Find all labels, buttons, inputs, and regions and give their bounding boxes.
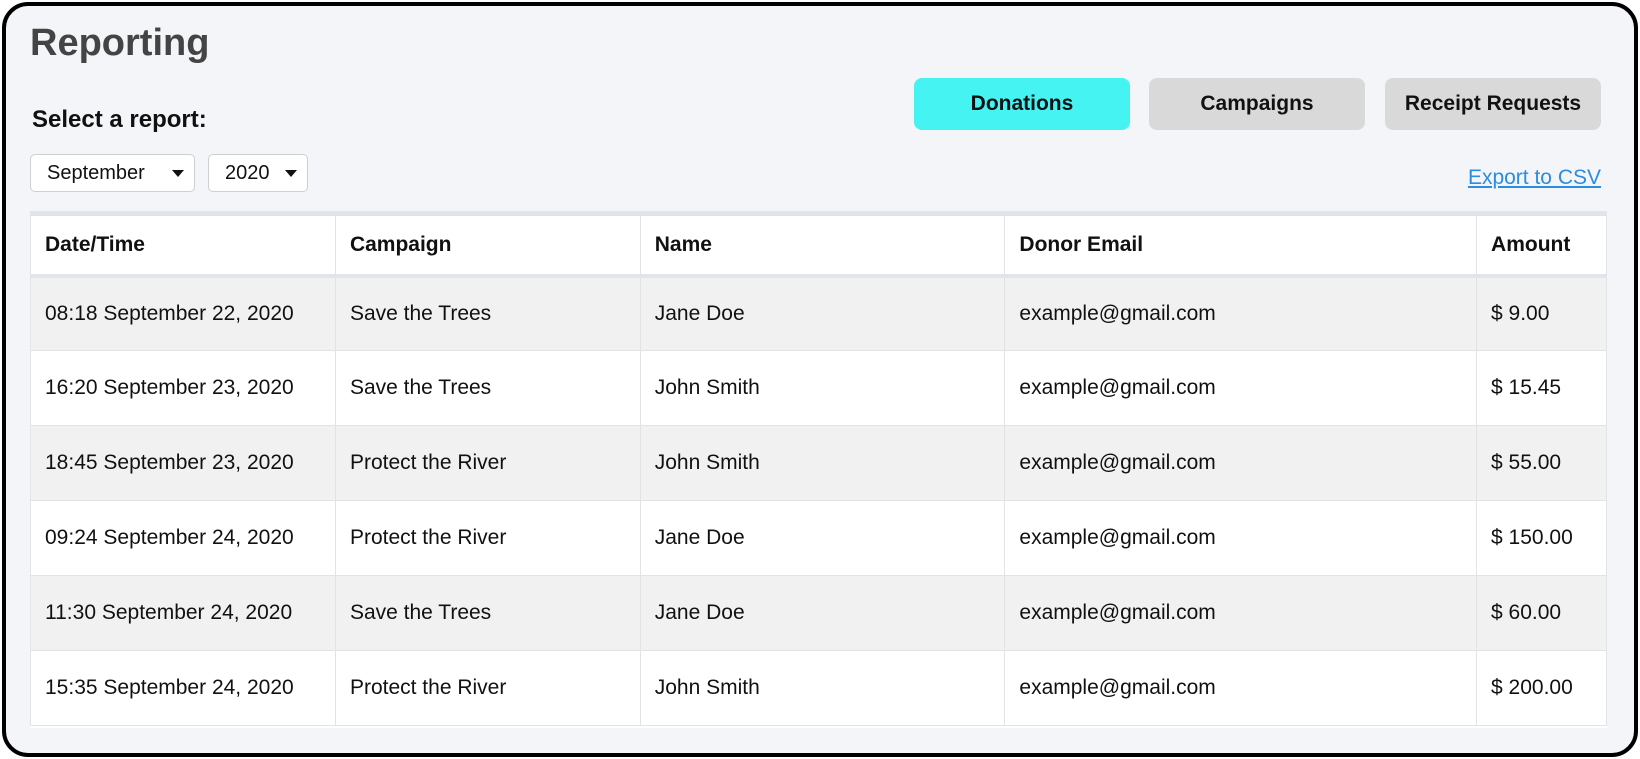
table-row[interactable]: 08:18 September 22, 2020 Save the Trees … [30,275,1607,351]
cell-date-time: 16:20 September 23, 2020 [30,350,336,426]
table-header-row: Date/Time Campaign Name Donor Email Amou… [30,215,1607,276]
cell-name: Jane Doe [639,575,1006,651]
tab-receipt-requests[interactable]: Receipt Requests [1385,78,1601,130]
cell-name: John Smith [639,650,1006,726]
cell-date-time: 09:24 September 24, 2020 [30,500,336,576]
cell-name: Jane Doe [639,275,1006,351]
cell-name: John Smith [639,425,1006,501]
cell-donor-email: example@gmail.com [1004,650,1478,726]
table-row[interactable]: 16:20 September 23, 2020 Save the Trees … [30,350,1607,426]
cell-donor-email: example@gmail.com [1004,425,1478,501]
select-report-label: Select a report: [32,106,207,133]
month-dropdown-value: September [47,162,145,184]
table-row[interactable]: 15:35 September 24, 2020 Protect the Riv… [30,650,1607,726]
reporting-panel: Reporting Select a report: September 202… [2,2,1638,757]
cell-amount: $ 9.00 [1476,275,1607,351]
table-row[interactable]: 18:45 September 23, 2020 Protect the Riv… [30,425,1607,501]
cell-date-time: 08:18 September 22, 2020 [30,275,336,351]
cell-date-time: 11:30 September 24, 2020 [30,575,336,651]
column-header-name[interactable]: Name [639,215,1006,276]
cell-date-time: 18:45 September 23, 2020 [30,425,336,501]
cell-campaign: Protect the River [334,650,641,726]
table-row[interactable]: 09:24 September 24, 2020 Protect the Riv… [30,500,1607,576]
column-header-amount[interactable]: Amount [1476,215,1607,276]
column-header-campaign[interactable]: Campaign [334,215,641,276]
cell-campaign: Protect the River [334,425,641,501]
cell-campaign: Protect the River [334,500,641,576]
tab-campaigns[interactable]: Campaigns [1149,78,1365,130]
caret-down-icon [285,170,297,177]
cell-name: John Smith [639,350,1006,426]
cell-donor-email: example@gmail.com [1004,350,1478,426]
column-header-date-time[interactable]: Date/Time [30,215,336,276]
year-dropdown-value: 2020 [225,162,270,184]
export-csv-link[interactable]: Export to CSV [1468,166,1601,190]
column-header-donor-email[interactable]: Donor Email [1004,215,1478,276]
year-dropdown[interactable]: 2020 [208,154,308,192]
cell-amount: $ 15.45 [1476,350,1607,426]
cell-campaign: Save the Trees [334,575,641,651]
cell-date-time: 15:35 September 24, 2020 [30,650,336,726]
table-row[interactable]: 11:30 September 24, 2020 Save the Trees … [30,575,1607,651]
cell-amount: $ 200.00 [1476,650,1607,726]
tab-donations[interactable]: Donations [914,78,1130,130]
cell-donor-email: example@gmail.com [1004,275,1478,351]
cell-amount: $ 150.00 [1476,500,1607,576]
cell-donor-email: example@gmail.com [1004,575,1478,651]
cell-campaign: Save the Trees [334,275,641,351]
cell-donor-email: example@gmail.com [1004,500,1478,576]
month-dropdown[interactable]: September [30,154,195,192]
cell-amount: $ 55.00 [1476,425,1607,501]
donations-table: Date/Time Campaign Name Donor Email Amou… [30,211,1607,728]
cell-name: Jane Doe [639,500,1006,576]
page-title: Reporting [30,22,210,64]
cell-campaign: Save the Trees [334,350,641,426]
cell-amount: $ 60.00 [1476,575,1607,651]
caret-down-icon [172,170,184,177]
